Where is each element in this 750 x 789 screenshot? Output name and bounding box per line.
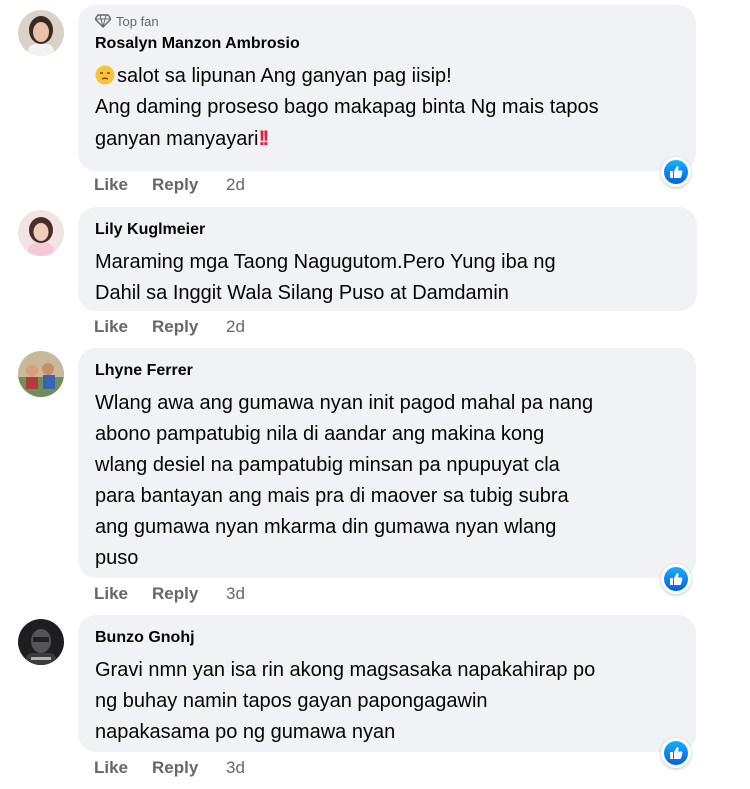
avatar-image	[18, 10, 64, 56]
reaction-summary[interactable]	[661, 157, 691, 187]
like-button[interactable]: Like	[94, 758, 152, 778]
like-button[interactable]: Like	[94, 175, 152, 195]
comment-text: Gravi nmn yan isa rin akong magsasaka na…	[95, 655, 682, 748]
comment-author[interactable]: Lhyne Ferrer	[95, 360, 682, 382]
comment-author[interactable]: Lily Kuglmeier	[95, 219, 683, 241]
like-button[interactable]: Like	[94, 317, 152, 337]
like-reaction-icon	[664, 160, 688, 184]
avatar[interactable]	[18, 10, 64, 56]
reaction-summary[interactable]	[661, 564, 691, 594]
comment-line: abono pampatubig nila di aandar ang maki…	[95, 423, 545, 445]
reply-button[interactable]: Reply	[152, 317, 226, 337]
comment-line: ganyan manyayari!!	[95, 127, 269, 150]
comment-text: Wlang awa ang gumawa nyan init pagod mah…	[95, 388, 682, 574]
comment-line: napakasama po ng gumawa nyan	[95, 721, 396, 743]
unamused-face-icon	[95, 65, 115, 85]
timestamp[interactable]: 3d	[226, 758, 245, 778]
reply-button[interactable]: Reply	[152, 175, 226, 195]
like-button[interactable]: Like	[94, 584, 152, 604]
comment-actions: Like Reply 2d	[94, 175, 245, 195]
comment-line: salot sa lipunan Ang ganyan pag iisip!	[95, 61, 682, 92]
comment-line: ng buhay namin tapos gayan papongagawin	[95, 690, 488, 712]
comment-author[interactable]: Bunzo Gnohj	[95, 627, 682, 649]
comment-line: Wlang awa ang gumawa nyan init pagod mah…	[95, 392, 594, 414]
double-exclamation-icon: !!	[258, 127, 269, 150]
comment-line: wlang desiel na pampatubig minsan pa npu…	[95, 454, 560, 476]
comment-line: Ang daming proseso bago makapag binta Ng…	[95, 96, 599, 118]
reply-button[interactable]: Reply	[152, 584, 226, 604]
like-reaction-icon	[664, 741, 688, 765]
comment-line: Maraming mga Taong Nagugutom.Pero Yung i…	[95, 251, 556, 273]
avatar[interactable]	[18, 210, 64, 256]
comment-bubble: Lhyne Ferrer Wlang awa ang gumawa nyan i…	[78, 348, 696, 578]
timestamp[interactable]: 3d	[226, 584, 245, 604]
avatar-image	[18, 210, 64, 256]
comment-line: ang gumawa nyan mkarma din gumawa nyan w…	[95, 516, 557, 538]
comment-line: Gravi nmn yan isa rin akong magsasaka na…	[95, 659, 596, 681]
comment-line: Dahil sa Inggit Wala Silang Puso at Damd…	[95, 282, 509, 304]
comment-bubble: Lily Kuglmeier Maraming mga Taong Nagugu…	[78, 207, 697, 311]
comment-text: Maraming mga Taong Nagugutom.Pero Yung i…	[95, 247, 683, 309]
diamond-icon	[95, 14, 111, 28]
avatar[interactable]	[18, 351, 64, 397]
comment-bubble: Top fan Rosalyn Manzon Ambrosio salot sa…	[78, 5, 696, 171]
avatar-image	[18, 351, 64, 397]
like-reaction-icon	[664, 567, 688, 591]
comment-line: puso	[95, 547, 139, 569]
avatar-image	[18, 619, 64, 665]
top-fan-label: Top fan	[116, 13, 159, 29]
comment-line: para bantayan ang mais pra di maover sa …	[95, 485, 569, 507]
comment-actions: Like Reply 3d	[94, 758, 245, 778]
comment-text: salot sa lipunan Ang ganyan pag iisip! A…	[95, 61, 682, 155]
comment-author[interactable]: Rosalyn Manzon Ambrosio	[95, 33, 682, 55]
top-fan-badge: Top fan	[95, 13, 682, 29]
timestamp[interactable]: 2d	[226, 175, 245, 195]
comment-actions: Like Reply 2d	[94, 317, 245, 337]
comment-bubble: Bunzo Gnohj Gravi nmn yan isa rin akong …	[78, 615, 696, 752]
reply-button[interactable]: Reply	[152, 758, 226, 778]
timestamp[interactable]: 2d	[226, 317, 245, 337]
reaction-summary[interactable]	[661, 738, 691, 768]
avatar[interactable]	[18, 619, 64, 665]
comment-actions: Like Reply 3d	[94, 584, 245, 604]
